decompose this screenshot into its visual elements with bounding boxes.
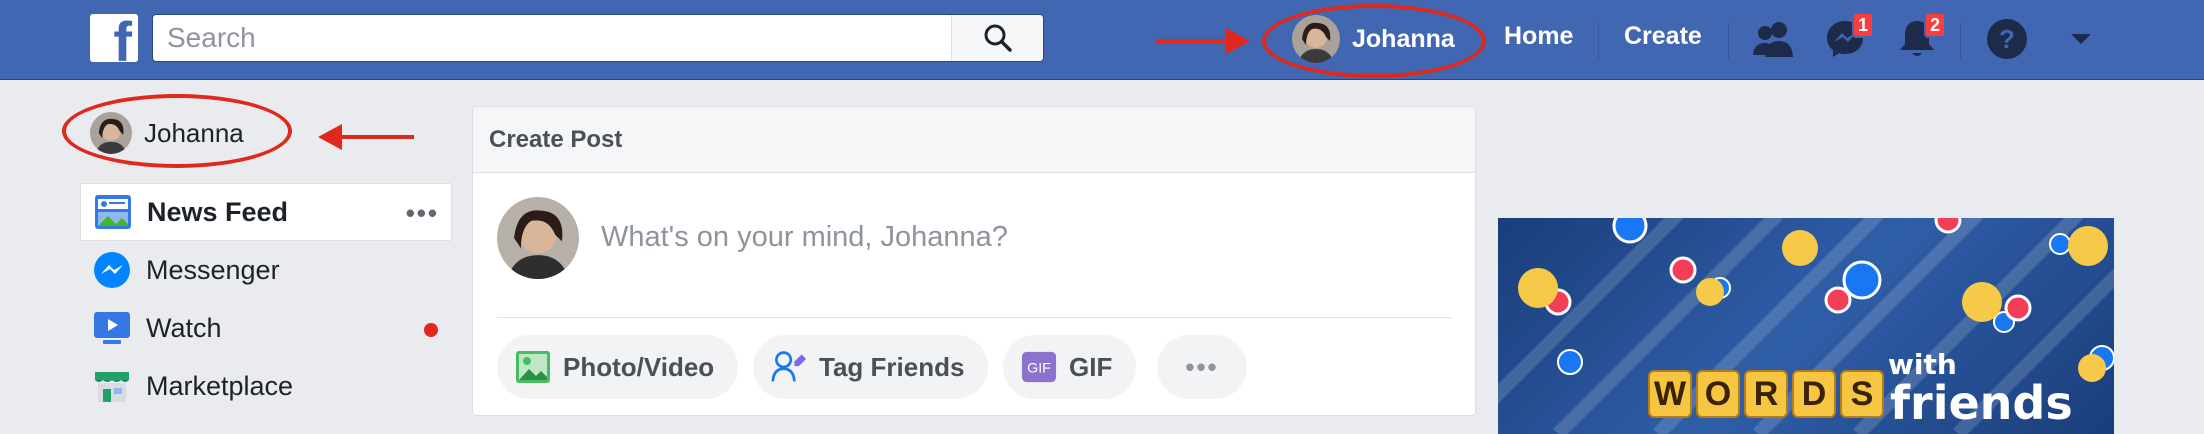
news-feed-icon	[93, 192, 133, 232]
post-text-input[interactable]: What's on your mind, Johanna?	[601, 221, 1008, 254]
letter-tile: D	[1792, 370, 1836, 418]
sidebar-item-messenger[interactable]: Messenger	[80, 241, 452, 299]
photo-video-icon	[515, 349, 551, 385]
watch-icon	[92, 308, 132, 348]
sidebar-item-news-feed[interactable]: News Feed •••	[80, 183, 452, 241]
sidebar-profile-link[interactable]: Johanna	[90, 112, 244, 154]
create-post-title: Create Post	[489, 125, 623, 153]
search-icon	[984, 24, 1012, 52]
annotation-arrow	[1156, 39, 1236, 43]
sidebar-item-label: News Feed	[147, 196, 289, 227]
annotation-arrow	[336, 135, 414, 139]
notifications-badge: 2	[1923, 12, 1946, 38]
chip-label: GIF	[1069, 351, 1113, 382]
caret-down-icon	[2071, 34, 2091, 44]
gif-button[interactable]: GIF GIF	[1003, 335, 1137, 399]
arrow-head-icon	[1226, 28, 1250, 54]
tag-friends-icon	[771, 349, 807, 385]
letter-tile: O	[1696, 370, 1740, 418]
more-actions-button[interactable]: •••	[1157, 335, 1247, 399]
nav-divider	[1598, 22, 1599, 60]
sidebar-item-marketplace[interactable]: Marketplace	[80, 357, 452, 415]
facebook-logo-icon[interactable]: f	[90, 14, 138, 62]
nav-divider	[1960, 22, 1961, 60]
sidebar-item-label: Messenger	[146, 254, 280, 285]
sidebar-item-label: Watch	[146, 312, 222, 343]
watch-notification-dot	[424, 323, 438, 337]
nav-divider	[1728, 22, 1729, 60]
chip-label: Photo/Video	[563, 351, 715, 382]
ad-logo-friends: friends	[1890, 376, 2073, 430]
svg-text:?: ?	[1999, 24, 2015, 54]
sidebar-item-watch[interactable]: Watch	[80, 299, 452, 357]
messages-badge: 1	[1851, 12, 1874, 38]
create-post-header: Create Post	[473, 107, 1475, 173]
chip-label: Tag Friends	[819, 351, 965, 382]
sidebar-item-label: Marketplace	[146, 370, 294, 401]
search-button[interactable]	[951, 15, 1043, 61]
divider	[497, 317, 1451, 318]
more-options-button[interactable]: •••	[406, 198, 439, 229]
svg-text:GIF: GIF	[1027, 361, 1051, 377]
photo-video-button[interactable]: Photo/Video	[497, 335, 739, 399]
letter-tile: W	[1648, 370, 1692, 418]
sponsored-ad-image[interactable]: W O R D S with friends	[1498, 218, 2114, 434]
highlight-ellipse	[1262, 4, 1486, 78]
create-link[interactable]: Create	[1624, 22, 1702, 51]
messages-button[interactable]: 1	[1822, 12, 1874, 62]
sidebar-profile-name: Johanna	[144, 117, 244, 148]
avatar	[90, 112, 132, 154]
search-input[interactable]	[153, 15, 953, 61]
letter-tile: R	[1744, 370, 1788, 418]
notifications-button[interactable]: 2	[1894, 12, 1946, 62]
account-menu-button[interactable]	[2058, 16, 2104, 62]
messenger-icon	[92, 250, 132, 290]
avatar	[497, 197, 579, 279]
friends-icon	[1753, 22, 1793, 57]
friend-requests-button[interactable]	[1750, 16, 1796, 62]
search-bar	[152, 14, 1044, 62]
gif-icon: GIF	[1021, 349, 1057, 385]
create-post-card: Create Post What's on your mind, Johanna…	[472, 106, 1476, 416]
more-dots-icon: •••	[1185, 351, 1219, 382]
home-link[interactable]: Home	[1504, 22, 1573, 51]
letter-tile: S	[1840, 370, 1884, 418]
question-icon: ?	[1987, 19, 2027, 59]
marketplace-icon	[92, 366, 132, 406]
help-button[interactable]: ?	[1984, 16, 2030, 62]
top-navigation-bar: f Johanna Home Create	[0, 0, 2204, 80]
tag-friends-button[interactable]: Tag Friends	[753, 335, 989, 399]
